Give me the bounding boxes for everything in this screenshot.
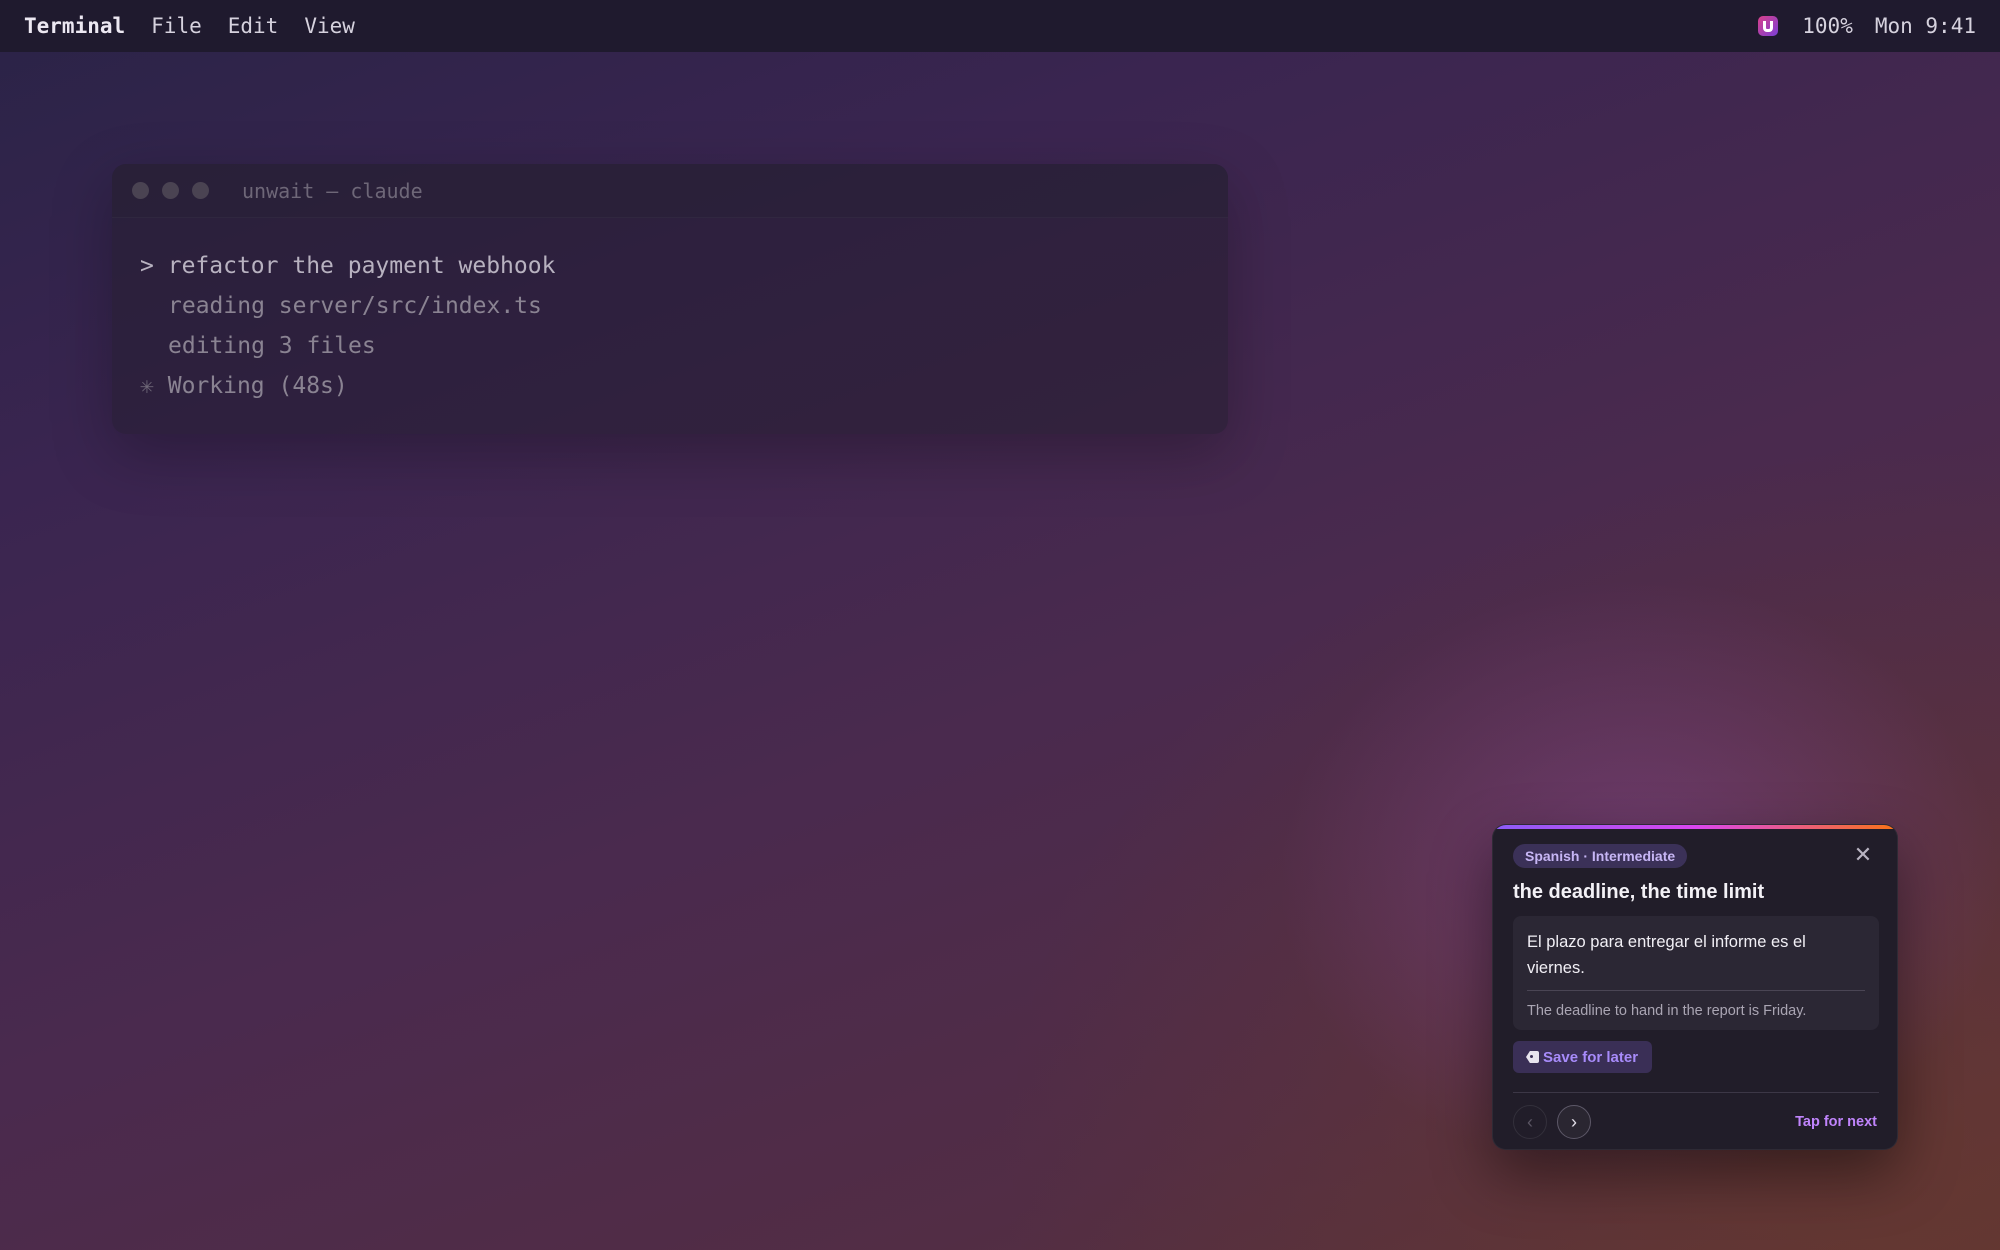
app-menu-terminal[interactable]: Terminal [24, 14, 125, 38]
save-for-later-label: Save for later [1543, 1048, 1639, 1066]
menu-edit[interactable]: Edit [228, 14, 279, 38]
example-box: El plazo para entregar el informe es el … [1513, 916, 1879, 1030]
footer-divider [1513, 1092, 1879, 1093]
previous-card-button[interactable]: ‹ [1513, 1105, 1547, 1139]
example-translation: The deadline to hand in the report is Fr… [1527, 1003, 1807, 1019]
spinner-icon: ✳ [140, 373, 154, 399]
example-divider [1527, 990, 1865, 991]
unwait-logo-icon[interactable] [1758, 16, 1779, 36]
minimize-window-button[interactable] [162, 182, 179, 199]
zoom-window-button[interactable] [192, 182, 209, 199]
window-titlebar[interactable]: unwait — claude [112, 164, 1228, 218]
tag-icon [1523, 1050, 1541, 1064]
terminal-output[interactable]: > refactor the payment webhook reading s… [112, 218, 1228, 406]
terminal-window[interactable]: unwait — claude > refactor the payment w… [112, 164, 1228, 434]
menu-file[interactable]: File [151, 14, 202, 38]
next-card-button[interactable]: › [1557, 1105, 1591, 1139]
tap-for-next-link[interactable]: Tap for next [1795, 1114, 1877, 1130]
menu-view[interactable]: View [304, 14, 355, 38]
clock[interactable]: Mon 9:41 [1875, 14, 1976, 38]
status-text: Working (48s) [167, 373, 348, 399]
headword: the deadline, the time limit [1513, 881, 1765, 903]
menu-bar: Terminal File Edit View 100% Mon 9:41 [0, 0, 2000, 52]
save-for-later-button[interactable]: Save for later [1513, 1041, 1653, 1073]
accent-bar [1493, 825, 1897, 829]
output-line: editing 3 files [168, 333, 376, 359]
command-text: refactor the payment webhook [167, 253, 556, 279]
close-icon[interactable]: ✕ [1851, 843, 1875, 867]
language-level-badge: Spanish · Intermediate [1513, 844, 1688, 868]
battery-status[interactable]: 100% [1802, 14, 1853, 38]
prompt-symbol: > [140, 253, 154, 279]
output-line: reading server/src/index.ts [168, 293, 542, 319]
flashcard-popup[interactable]: Spanish · Intermediate ✕ the deadline, t… [1492, 824, 1898, 1150]
close-window-button[interactable] [132, 182, 149, 199]
menu-bar-status-area: 100% Mon 9:41 [1758, 14, 1976, 38]
prompt-line: > refactor the payment webhook [140, 246, 1200, 286]
window-title: unwait — claude [242, 178, 423, 203]
example-sentence: El plazo para entregar el informe es el … [1527, 933, 1806, 977]
status-line: ✳ Working (48s) [140, 366, 1200, 406]
